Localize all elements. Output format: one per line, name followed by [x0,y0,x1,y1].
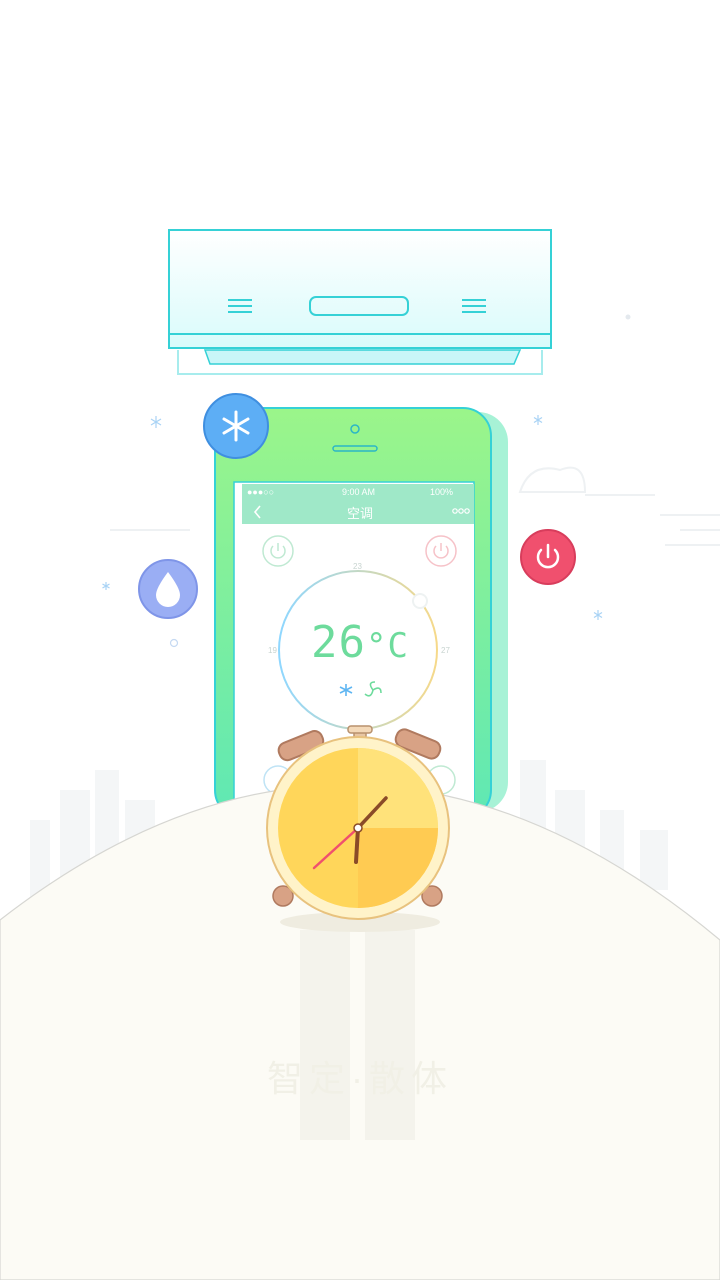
phone-page-title: 空调 [346,506,373,521]
humidity-badge[interactable] [138,559,198,619]
tick-max: 27 [441,646,450,655]
temperature-display: 26°C [300,617,420,668]
power-badge[interactable] [520,529,576,585]
status-signal: ●●●○○ [247,487,275,497]
bottom-watermark: 智定·散体 [267,1058,453,1099]
temperature-value: 26 [311,617,367,668]
air-conditioner-illustration [168,229,552,375]
tick-min: 19 [268,646,277,655]
status-battery: 100% [430,487,454,497]
status-time: 9:00 AM [342,487,376,497]
cool-mode-badge[interactable] [203,393,269,459]
thermostat-knob[interactable] [412,593,428,609]
temperature-unit: °C [366,626,409,666]
tick-top: 23 [353,562,362,571]
